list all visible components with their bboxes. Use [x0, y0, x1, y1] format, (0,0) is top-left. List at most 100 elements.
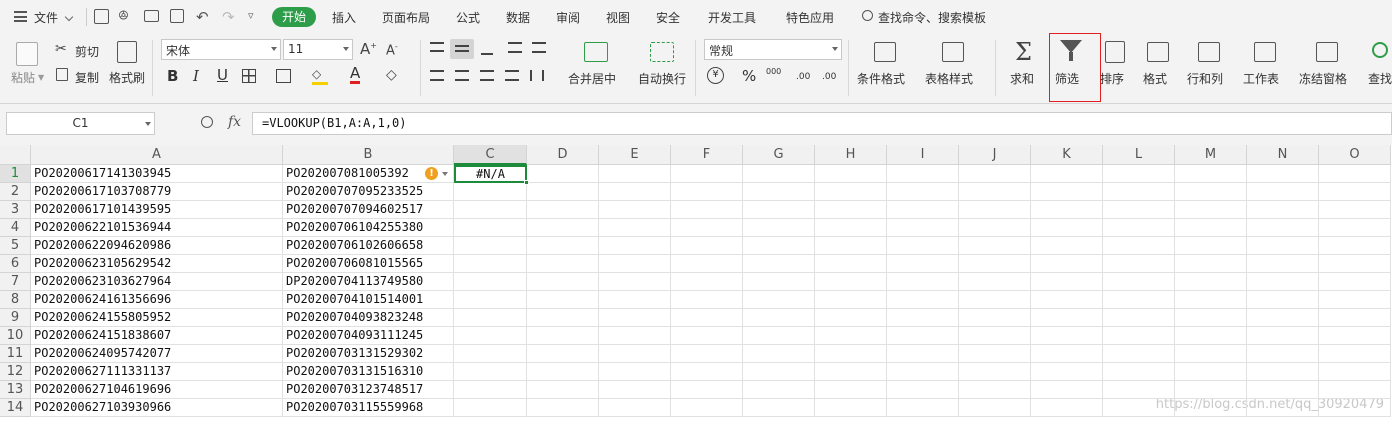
- cell-I13[interactable]: [887, 381, 959, 399]
- search-icon[interactable]: [862, 10, 873, 21]
- cell-K14[interactable]: [1031, 399, 1103, 417]
- cell-K9[interactable]: [1031, 309, 1103, 327]
- cell-A12[interactable]: PO20200627111331137: [31, 363, 283, 381]
- number-format-select[interactable]: 常规: [704, 39, 842, 60]
- cell-M2[interactable]: [1175, 183, 1247, 201]
- cell-L2[interactable]: [1103, 183, 1175, 201]
- cell-L11[interactable]: [1103, 345, 1175, 363]
- wrap-text-icon[interactable]: [650, 42, 674, 62]
- row-header[interactable]: 9: [0, 309, 31, 327]
- cell-F7[interactable]: [671, 273, 743, 291]
- zoom-search-icon[interactable]: [201, 116, 213, 128]
- cell-I2[interactable]: [887, 183, 959, 201]
- cell-G1[interactable]: [743, 165, 815, 183]
- cell-A10[interactable]: PO20200624151838607: [31, 327, 283, 345]
- cell-F4[interactable]: [671, 219, 743, 237]
- error-warning-icon[interactable]: !: [425, 167, 438, 180]
- row-header[interactable]: 13: [0, 381, 31, 399]
- cell-I10[interactable]: [887, 327, 959, 345]
- paste-icon[interactable]: [16, 42, 38, 66]
- cell-L1[interactable]: [1103, 165, 1175, 183]
- row-header[interactable]: 1: [0, 165, 31, 183]
- cell-I12[interactable]: [887, 363, 959, 381]
- cell-J3[interactable]: [959, 201, 1031, 219]
- cell-N4[interactable]: [1247, 219, 1319, 237]
- row-header[interactable]: 11: [0, 345, 31, 363]
- conditional-format-icon[interactable]: [874, 42, 896, 62]
- cell-M3[interactable]: [1175, 201, 1247, 219]
- cell-I5[interactable]: [887, 237, 959, 255]
- cell-F1[interactable]: [671, 165, 743, 183]
- increase-decimal-button[interactable]: .00: [796, 72, 810, 82]
- cell-G8[interactable]: [743, 291, 815, 309]
- cell-J1[interactable]: [959, 165, 1031, 183]
- cell-J11[interactable]: [959, 345, 1031, 363]
- cell-K3[interactable]: [1031, 201, 1103, 219]
- chevron-down-icon[interactable]: [64, 12, 74, 22]
- column-header-K[interactable]: K: [1031, 145, 1103, 165]
- indent-increase-icon[interactable]: [532, 42, 546, 53]
- cell-M8[interactable]: [1175, 291, 1247, 309]
- cell-G14[interactable]: [743, 399, 815, 417]
- chevron-down-icon[interactable]: ▼: [38, 73, 44, 82]
- wrap-text-button[interactable]: 自动换行: [638, 70, 686, 87]
- cell-C8[interactable]: [454, 291, 527, 309]
- cell-A6[interactable]: PO20200623105629542: [31, 255, 283, 273]
- cell-J8[interactable]: [959, 291, 1031, 309]
- cell-O14[interactable]: [1319, 399, 1391, 417]
- cell-O7[interactable]: [1319, 273, 1391, 291]
- cell-E13[interactable]: [599, 381, 671, 399]
- cell-A14[interactable]: PO20200627103930966: [31, 399, 283, 417]
- cell-N13[interactable]: [1247, 381, 1319, 399]
- cell-G7[interactable]: [743, 273, 815, 291]
- freeze-panes-icon[interactable]: [1316, 42, 1338, 62]
- cell-E2[interactable]: [599, 183, 671, 201]
- cell-L14[interactable]: [1103, 399, 1175, 417]
- cell-G3[interactable]: [743, 201, 815, 219]
- chevron-down-icon[interactable]: [442, 172, 448, 176]
- sort-button[interactable]: 排序: [1100, 70, 1124, 87]
- cell-A11[interactable]: PO20200624095742077: [31, 345, 283, 363]
- cell-G2[interactable]: [743, 183, 815, 201]
- cell-O13[interactable]: [1319, 381, 1391, 399]
- row-header[interactable]: 14: [0, 399, 31, 417]
- column-header-F[interactable]: F: [671, 145, 743, 165]
- cell-G6[interactable]: [743, 255, 815, 273]
- worksheet-button[interactable]: 工作表: [1243, 70, 1279, 87]
- cell-J4[interactable]: [959, 219, 1031, 237]
- borders-icon[interactable]: [242, 69, 256, 83]
- cell-A13[interactable]: PO20200627104619696: [31, 381, 283, 399]
- cell-J5[interactable]: [959, 237, 1031, 255]
- command-search[interactable]: 查找命令、搜索模板: [878, 9, 986, 26]
- cell-C13[interactable]: [454, 381, 527, 399]
- cell-C9[interactable]: [454, 309, 527, 327]
- find-button[interactable]: 查找: [1368, 70, 1392, 87]
- cell-C10[interactable]: [454, 327, 527, 345]
- cell-K5[interactable]: [1031, 237, 1103, 255]
- cell-B2[interactable]: PO20200707095233525: [283, 183, 454, 201]
- column-header-D[interactable]: D: [527, 145, 599, 165]
- tab-insert[interactable]: 插入: [332, 9, 356, 26]
- row-header[interactable]: 6: [0, 255, 31, 273]
- align-middle-icon[interactable]: [450, 39, 474, 59]
- column-header-G[interactable]: G: [743, 145, 815, 165]
- column-header-M[interactable]: M: [1175, 145, 1247, 165]
- paste-button[interactable]: 粘贴: [11, 69, 35, 86]
- spreadsheet-grid[interactable]: https://blog.csdn.net/qq_30920479 ABCDEF…: [0, 145, 1392, 424]
- sort-icon[interactable]: [1105, 41, 1125, 63]
- cell-N14[interactable]: [1247, 399, 1319, 417]
- cell-B4[interactable]: PO20200706104255380: [283, 219, 454, 237]
- currency-button[interactable]: ¥: [707, 67, 724, 84]
- font-name-select[interactable]: 宋体: [161, 39, 281, 60]
- cell-C5[interactable]: [454, 237, 527, 255]
- cell-C4[interactable]: [454, 219, 527, 237]
- cell-M9[interactable]: [1175, 309, 1247, 327]
- justify-icon[interactable]: [505, 70, 519, 81]
- cell-M13[interactable]: [1175, 381, 1247, 399]
- font-size-select[interactable]: 11: [283, 39, 353, 60]
- align-right-icon[interactable]: [480, 70, 494, 81]
- column-header-L[interactable]: L: [1103, 145, 1175, 165]
- cell-J2[interactable]: [959, 183, 1031, 201]
- column-header-B[interactable]: B: [283, 145, 454, 165]
- formula-input[interactable]: =VLOOKUP(B1,A:A,1,0): [252, 112, 1392, 135]
